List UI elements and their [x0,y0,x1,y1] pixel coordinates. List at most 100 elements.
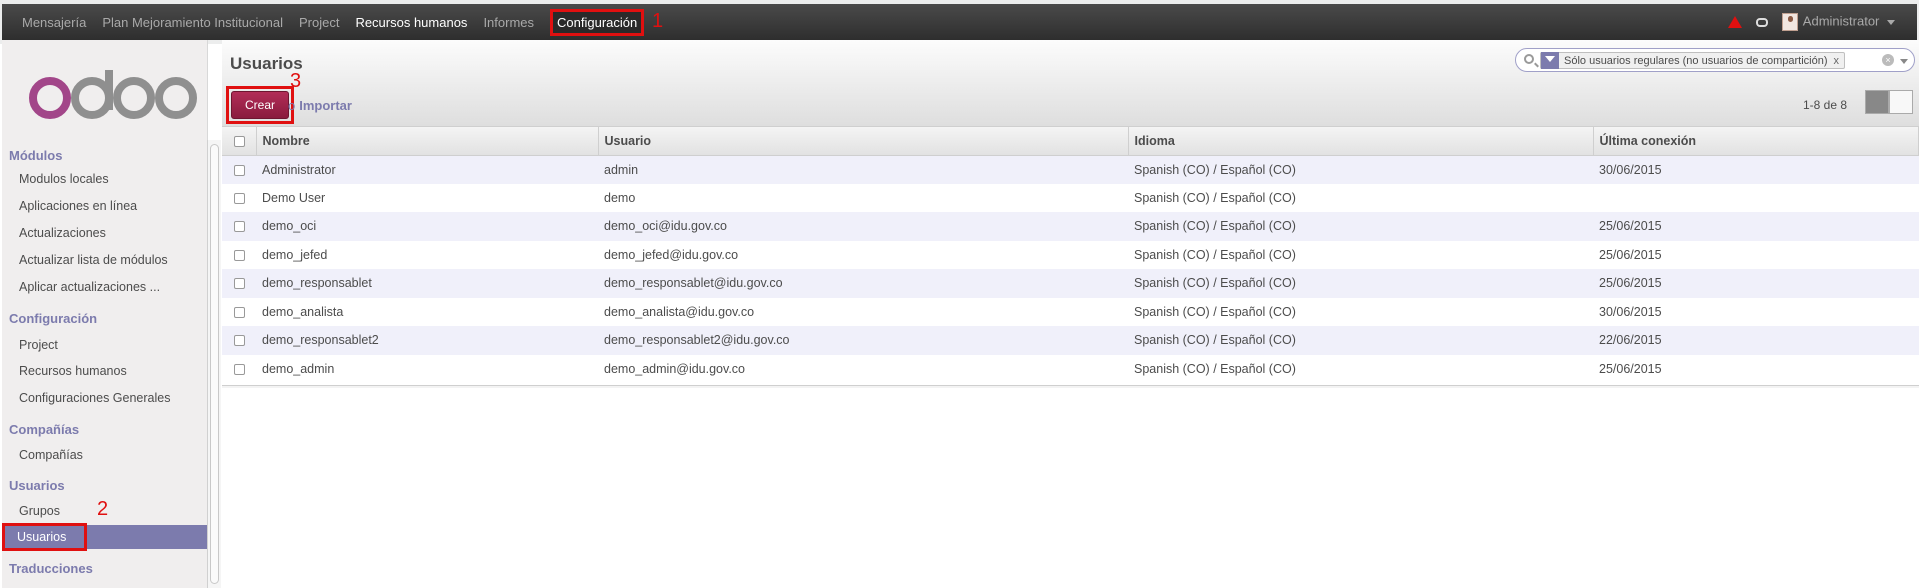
row-checkbox[interactable] [234,335,245,347]
top-menu: Mensajería Plan Mejoramiento Institucion… [22,4,660,40]
cell-nombre: demo_responsablet [262,276,372,291]
cell-ultima-conexion: 25/06/2015 [1599,247,1662,262]
select-all-checkbox[interactable] [234,135,245,147]
filter-icon [1541,52,1559,69]
step-marker-2: 2 [97,498,109,520]
row-select-cell [222,269,256,298]
cell-usuario: demo_responsablet@idu.gov.co [604,276,783,291]
sidebar-item-aplicaciones[interactable]: Aplicaciones en línea [2,194,208,218]
top-navbar: Mensajería Plan Mejoramiento Institucion… [0,0,1919,44]
chevron-down-icon [1887,19,1895,25]
warning-icon[interactable] [1727,16,1742,28]
cell-usuario: demo_admin@idu.gov.co [604,361,746,376]
table-row[interactable]: demo_analista demo_analista@idu.gov.co Spa… [222,297,1919,327]
cell-idioma: Spanish (CO) / Español (CO) [1134,361,1296,376]
navbar-body: Mensajería Plan Mejoramiento Institucion… [2,4,1917,40]
sidebar-item-project[interactable]: Project [2,333,208,357]
column-usuario[interactable]: Usuario [598,127,1129,156]
cell-ultima-conexion: 30/06/2015 [1599,304,1662,319]
cell-usuario: demo_jefed@idu.gov.co [604,247,739,262]
search-box[interactable]: Sólo usuarios regulares (no usuarios de … [1515,48,1915,72]
cell-usuario: demo [604,190,636,205]
row-checkbox[interactable] [234,221,245,233]
sidebar-section-usuarios: Usuarios [9,478,65,493]
list-view-icon[interactable] [1865,90,1889,114]
odoo-logo[interactable] [28,68,198,127]
sidebar-item-actualizar-lista[interactable]: Actualizar lista de módulos [2,248,208,272]
control-panel: Usuarios Crear 3 o Importar Sólo usuarios… [222,40,1919,127]
menu-project[interactable]: Project [299,15,339,30]
sidebar-item-modulos-locales[interactable]: Modulos locales [2,167,208,191]
avatar [1781,13,1798,31]
step-marker-1: 1 [652,10,664,32]
sidebar-item-companias[interactable]: Compañías [2,443,208,467]
row-select-cell [222,298,256,327]
sidebar-section-modulos: Módulos [9,148,63,163]
scrollbar-thumb[interactable] [210,144,219,584]
cell-nombre: Administrator [262,162,336,177]
menu-configuracion[interactable]: Configuración [550,8,645,36]
create-highlight: Crear [226,86,294,124]
column-nombre[interactable]: Nombre [256,127,599,156]
search-options-icon[interactable] [1900,59,1908,64]
clear-icon[interactable]: × [1882,54,1894,66]
cell-nombre: demo_analista [262,304,344,319]
topbar-right: Administrator [1727,4,1895,40]
sidebar-item-config-generales[interactable]: Configuraciones Generales [2,386,208,410]
user-menu[interactable]: Administrator [1781,13,1895,31]
row-select-cell [222,155,256,184]
menu-plan-mejoramiento[interactable]: Plan Mejoramiento Institucional [102,15,283,30]
sidebar-item-recursos-humanos[interactable]: Recursos humanos [2,359,208,383]
cell-nombre: demo_jefed [262,247,328,262]
sidebar-item-usuarios[interactable]: Usuarios [2,523,208,551]
import-link-wrap: o Importar [288,98,352,113]
sidebar-item-usuarios-label: Usuarios [2,523,88,551]
column-idioma[interactable]: Idioma [1128,127,1594,156]
row-checkbox[interactable] [234,363,245,375]
table-row[interactable]: demo_admin demo_admin@idu.gov.co Spanish (… [222,354,1919,384]
facet-remove-icon[interactable]: x [1834,55,1840,67]
sidebar-section-traducciones: Traducciones [9,561,93,576]
cell-idioma: Spanish (CO) / Español (CO) [1134,276,1296,291]
cell-idioma: Spanish (CO) / Español (CO) [1134,304,1296,319]
cell-nombre: Demo User [262,190,326,205]
cell-usuario: admin [604,162,639,177]
sidebar-scrollbar[interactable] [207,140,221,588]
cell-usuario: demo_responsablet2@idu.gov.co [604,333,790,348]
sidebar-section-configuracion: Configuración [9,311,98,326]
row-checkbox[interactable] [234,164,245,176]
row-checkbox[interactable] [234,306,245,318]
sidebar-item-actualizaciones[interactable]: Actualizaciones [2,221,208,245]
cell-ultima-conexion: 25/06/2015 [1599,361,1662,376]
table-row[interactable]: Demo User demo Spanish (CO) / Español (CO) [222,183,1919,212]
cell-ultima-conexion: 30/06/2015 [1599,162,1662,177]
menu-informes[interactable]: Informes [483,15,534,30]
cell-idioma: Spanish (CO) / Español (CO) [1134,247,1296,262]
table-row[interactable]: demo_responsablet demo_responsablet@idu.g… [222,269,1919,298]
select-all-cell [222,127,257,156]
create-button[interactable]: Crear [231,91,289,119]
search-facet[interactable]: Sólo usuarios regulares (no usuarios de … [1540,52,1846,69]
chat-icon[interactable] [1755,17,1768,27]
cell-idioma: Spanish (CO) / Español (CO) [1134,219,1296,234]
cell-usuario: demo_analista@idu.gov.co [604,304,755,319]
table-row[interactable]: demo_oci demo_oci@idu.gov.co Spanish (CO) … [222,212,1919,241]
table-row[interactable]: demo_jefed demo_jefed@idu.gov.co Spanish (… [222,240,1919,269]
row-checkbox[interactable] [234,192,245,204]
row-select-cell [222,326,256,355]
table-footer [222,385,1919,388]
row-select-cell [222,212,256,241]
table-row[interactable]: Administrator admin Spanish (CO) / Español… [222,155,1919,184]
column-ultima-conexion[interactable]: Última conexión [1593,127,1919,156]
row-checkbox[interactable] [234,249,245,261]
cell-idioma: Spanish (CO) / Español (CO) [1134,333,1296,348]
form-view-icon[interactable] [1889,90,1913,114]
row-checkbox[interactable] [234,278,245,290]
import-button[interactable]: Importar [299,98,352,113]
row-select-cell [222,355,256,384]
step-marker-3: 3 [290,70,302,92]
menu-mensajeria[interactable]: Mensajería [22,15,86,30]
table-row[interactable]: demo_responsablet2 demo_responsablet2@idu… [222,326,1919,355]
sidebar-item-aplicar-actualizaciones[interactable]: Aplicar actualizaciones ... [2,275,208,299]
menu-recursos-humanos[interactable]: Recursos humanos [355,15,467,30]
